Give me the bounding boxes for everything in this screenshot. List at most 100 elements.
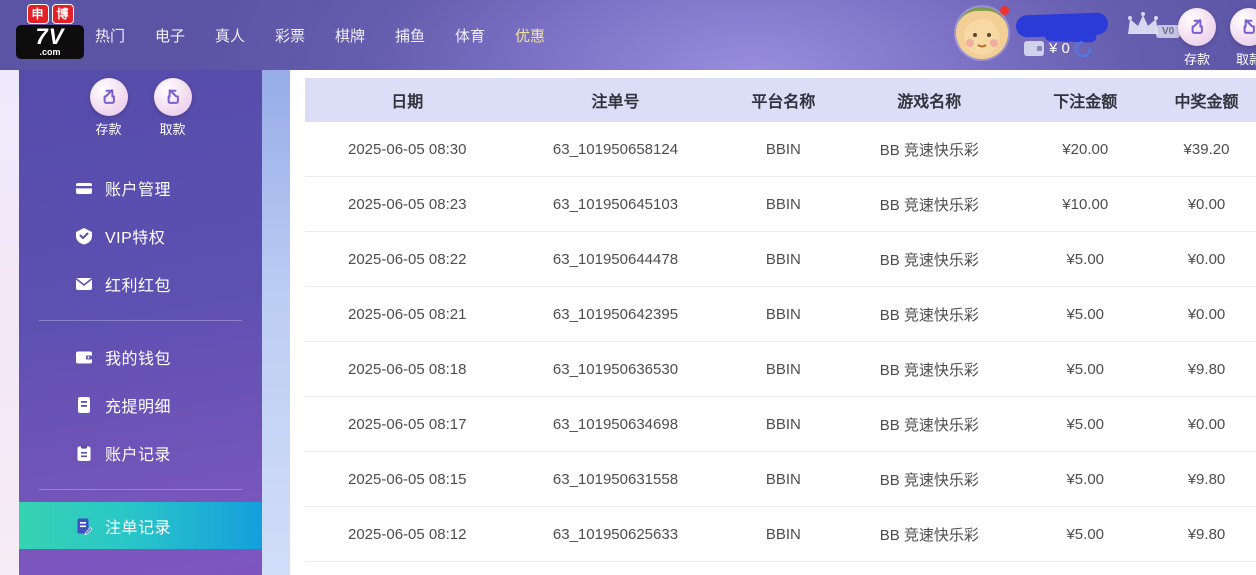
table-cell: BBIN: [765, 415, 801, 433]
table-cell: BBIN: [765, 360, 801, 378]
table-cell: ¥9.80: [1187, 525, 1226, 543]
table-cell: 2025-06-05 08:30: [348, 140, 467, 158]
table-cell: 2025-06-05 08:22: [348, 250, 467, 268]
table-cell: 63_101950644478: [552, 250, 679, 268]
table-cell: ¥0.00: [1187, 195, 1226, 213]
username-redacted: [1015, 12, 1109, 38]
sidebar-item-account-records[interactable]: 账户记录: [19, 429, 262, 477]
table-row: 2025-06-05 08:23 63_101950645103 BBIN BB 竞速…: [305, 177, 1256, 232]
sidebar-edge-decor: [262, 70, 290, 575]
sidebar-item-account-management[interactable]: 账户管理: [19, 164, 262, 212]
table-row: 2025-06-05 08:17 63_101950634698 BBIN BB 竞速…: [305, 397, 1256, 452]
logo-mark: 7V .com: [16, 25, 84, 59]
nav-item[interactable]: 电子: [140, 25, 200, 46]
nav-item[interactable]: 彩票: [260, 25, 320, 46]
deposit-icon: [89, 78, 128, 116]
document-icon: [75, 396, 93, 414]
avatar[interactable]: [956, 7, 1008, 59]
wallet-icon: [1024, 41, 1044, 56]
table-cell: BB 竞速快乐彩: [879, 251, 979, 269]
table-cell: BB 竞速快乐彩: [879, 196, 979, 214]
balance-amount: ¥ 0: [1049, 40, 1070, 57]
table-cell: ¥5.00: [1066, 305, 1105, 323]
table-cell: BBIN: [765, 305, 801, 323]
sidebar-menu: 账户管理 VIP特权 红利红包 我的钱包 充提明细 账户记录 注单记录: [19, 164, 262, 575]
column-header: 平台名称: [751, 94, 816, 111]
header-withdraw-button[interactable]: 取款: [1226, 8, 1256, 68]
table-cell: ¥5.00: [1066, 525, 1105, 543]
app: 申 博 7V .com 热门 电子 真人 彩票 棋牌 捕鱼 体育 优惠 ¥ 0 …: [0, 0, 1256, 575]
table-row: 2025-06-05 08:21 63_101950642395 BBIN BB 竞速…: [305, 287, 1256, 342]
table-cell: ¥0.00: [1187, 305, 1226, 323]
table-cell: BB 竞速快乐彩: [879, 141, 979, 159]
table-cell: 63_101950642395: [552, 305, 679, 323]
table-cell: BB 竞速快乐彩: [879, 306, 979, 324]
column-header: 中奖金额: [1174, 94, 1239, 111]
column-header: 游戏名称: [897, 94, 962, 111]
table-cell: BB 竞速快乐彩: [879, 526, 979, 544]
header-deposit-button[interactable]: 存款: [1174, 8, 1220, 68]
site-logo[interactable]: 申 博 7V .com: [16, 4, 84, 59]
sidebar-item-vip[interactable]: VIP特权: [19, 212, 262, 260]
table-cell: BBIN: [765, 470, 801, 488]
balance-row: ¥ 0: [1024, 37, 1095, 60]
card-icon: [75, 179, 93, 197]
table-cell: BB 竞速快乐彩: [879, 416, 979, 434]
avatar-image: [956, 7, 1008, 59]
sidebar-item-deposit-withdraw-details[interactable]: 充提明细: [19, 381, 262, 429]
table-row: 2025-06-05 08:15 63_101950631558 BBIN BB 竞速…: [305, 452, 1256, 507]
table-cell: 2025-06-05 08:12: [348, 525, 467, 543]
clipboard-icon: [75, 444, 93, 462]
sidebar-item-bonus[interactable]: 红利红包: [19, 260, 262, 308]
table-cell: 63_101950658124: [552, 140, 679, 158]
sidebar-quick-actions: 存款 取款: [19, 70, 262, 138]
table-cell: ¥39.20: [1183, 140, 1230, 158]
table-cell: ¥9.80: [1187, 470, 1226, 488]
nav-item[interactable]: 热门: [80, 25, 140, 46]
nav-item[interactable]: 棋牌: [320, 25, 380, 46]
table-body: 2025-06-05 08:30 63_101950658124 BBIN BB 竞速…: [305, 122, 1256, 562]
table-row: 2025-06-05 08:30 63_101950658124 BBIN BB 竞速…: [305, 122, 1256, 177]
table-cell: ¥5.00: [1066, 415, 1105, 433]
column-header: 日期: [391, 94, 424, 111]
table-cell: ¥10.00: [1062, 195, 1109, 213]
top-header: 申 博 7V .com 热门 电子 真人 彩票 棋牌 捕鱼 体育 优惠 ¥ 0 …: [0, 0, 1256, 70]
bet-record-icon: [75, 517, 93, 535]
left-decor-strip: [0, 70, 19, 575]
menu-divider: [39, 320, 242, 321]
sidebar-item-financial-account[interactable]: 金融账户: [19, 559, 262, 575]
envelope-icon: [75, 275, 93, 293]
table-cell: 2025-06-05 08:17: [348, 415, 467, 433]
sidebar-deposit-button[interactable]: 存款: [89, 78, 128, 138]
table-cell: ¥9.80: [1187, 360, 1226, 378]
table-cell: BBIN: [765, 195, 801, 213]
nav-item[interactable]: 真人: [200, 25, 260, 46]
table-cell: 63_101950636530: [552, 360, 679, 378]
table-header-row: 日期 注单号 平台名称 游戏名称 下注金额 中奖金额: [305, 78, 1256, 122]
deposit-icon: [1178, 8, 1216, 46]
sidebar: 存款 取款 账户管理 VIP特权 红利红包 我的钱包 充提明细 账户记录 注单记…: [19, 70, 262, 575]
sidebar-item-my-wallet[interactable]: 我的钱包: [19, 333, 262, 381]
sidebar-item-bet-records[interactable]: 注单记录: [19, 502, 262, 549]
nav-item[interactable]: 优惠: [500, 25, 560, 46]
notification-dot: [1000, 6, 1009, 15]
table-cell: 63_101950625633: [552, 525, 679, 543]
sidebar-withdraw-button[interactable]: 取款: [153, 78, 192, 138]
table-cell: 63_101950645103: [552, 195, 679, 213]
logo-badge-right: 博: [51, 4, 74, 24]
table-cell: 2025-06-05 08:23: [348, 195, 467, 213]
wallet-icon: [75, 348, 93, 366]
table-cell: ¥5.00: [1066, 470, 1105, 488]
vip-badge[interactable]: V0: [1122, 10, 1181, 40]
withdraw-icon: [153, 78, 192, 116]
vip-icon: [75, 227, 93, 245]
nav-item[interactable]: 体育: [440, 25, 500, 46]
table-row: 2025-06-05 08:22 63_101950644478 BBIN BB 竞速…: [305, 232, 1256, 287]
refresh-icon[interactable]: [1071, 37, 1095, 60]
withdraw-icon: [1230, 8, 1256, 46]
nav-item[interactable]: 捕鱼: [380, 25, 440, 46]
bet-records-table: 日期 注单号 平台名称 游戏名称 下注金额 中奖金额 2025-06-05 08:30 63…: [305, 78, 1256, 562]
table-cell: ¥0.00: [1187, 415, 1226, 433]
table-cell: BBIN: [765, 140, 801, 158]
main-content: 日期 注单号 平台名称 游戏名称 下注金额 中奖金额 2025-06-05 08:30 63…: [305, 70, 1256, 575]
